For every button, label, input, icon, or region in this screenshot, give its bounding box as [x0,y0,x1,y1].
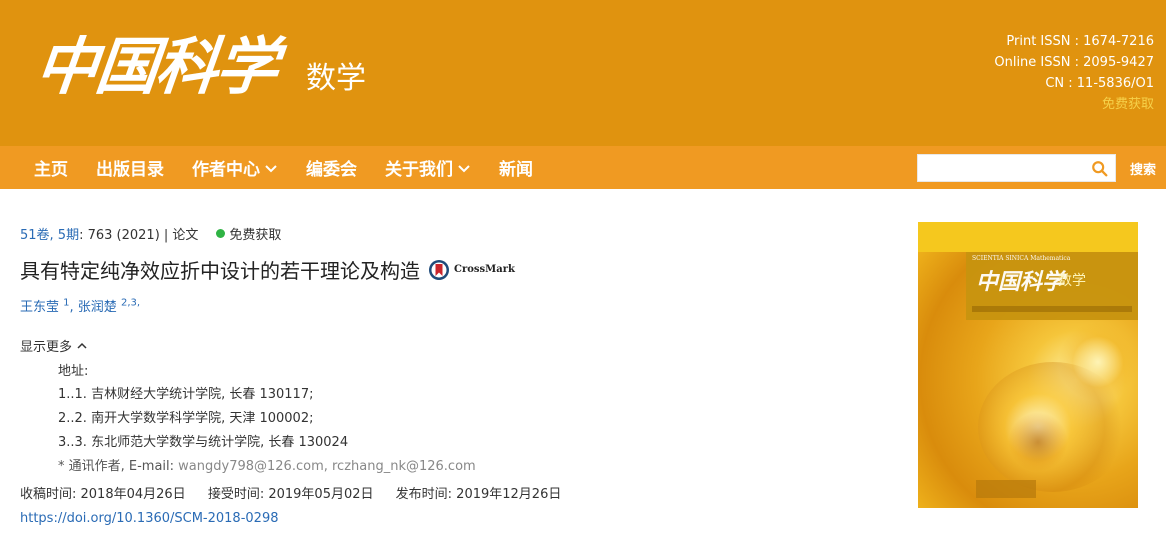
issn-info: Print ISSN : 1674-7216 Online ISSN : 209… [994,31,1154,115]
article-meta: 51卷, 5期 : 763 (2021) | 论文 免费获取 [20,224,281,243]
corresponding-label: * 通讯作者, E-mail: [58,459,179,474]
nav-item-label: 关于我们 [385,160,453,180]
cover-top-strip [918,222,1138,252]
journal-logo[interactable]: 中国科学 数学 [32,30,367,103]
cover-series-en: SCIENTIA SINICA Mathematica [972,255,1071,262]
pages-year: : 763 (2021) | 论文 [79,228,199,243]
crossmark-badge[interactable]: CrossMark [428,259,515,281]
online-issn: Online ISSN : 2095-9427 [994,55,1154,70]
author-link[interactable]: 王东莹 1 [20,298,70,315]
cn-number: CN : 11-5836/O1 [1045,76,1154,91]
nav-item[interactable]: 出版目录 [96,155,164,180]
logo-subtitle: 数学 [306,61,367,96]
cover-subject: 数学 [1058,273,1086,289]
chevron-down-icon [265,164,277,172]
affiliation-item: 3..3. 东北师范大学数学与统计学院, 长春 130024 [58,435,349,450]
affiliation-item: 1..1. 吉林财经大学统计学院, 长春 130117; [58,387,314,402]
author-list: 王东莹 1, 张润楚 2,3, [20,297,141,315]
accepted-date: 接受时间: 2019年05月02日 [207,487,374,502]
article-dates: 收稿时间: 2018年04月26日 接受时间: 2019年05月02日 发布时间… [20,483,579,502]
doi-link[interactable]: https://doi.org/10.1360/SCM-2018-0298 [20,511,278,526]
chevron-up-icon [77,342,87,349]
crossmark-label: CrossMark [454,264,515,275]
free-access-badge: 免费获取 [229,228,282,243]
chevron-down-icon [458,164,470,172]
nav-item-label: 编委会 [306,160,357,180]
corresponding-author: * 通讯作者, E-mail: wangdy798@126.com, rczha… [58,455,476,474]
logo-title: 中国科学 [32,30,280,103]
article-title-row: 具有特定纯净效应折中设计的若干理论及构造 CrossMark [20,255,515,284]
received-date: 收稿时间: 2018年04月26日 [20,487,186,502]
nav-item[interactable]: 新闻 [499,155,533,180]
cover-fractal-art [1008,412,1068,472]
show-more-label: 显示更多 [20,340,73,355]
nav-item-label: 出版目录 [96,160,164,180]
search-icon[interactable] [1091,160,1109,178]
search-box [917,154,1116,182]
cover-publisher-mark [976,480,1036,498]
free-access-dot-icon [216,229,226,238]
cover-fractal-art [1058,322,1138,402]
author-link[interactable]: 张润楚 2,3, [78,298,140,315]
nav-item-label: 主页 [34,160,68,180]
volume-issue-link[interactable]: 51卷, 5期 [20,224,79,243]
nav-item[interactable]: 主页 [34,155,68,180]
cover-title-cn: 中国科学 [976,269,1065,295]
search-button[interactable]: 搜索 [1130,159,1156,178]
affiliation-item: 2..2. 南开大学数学科学学院, 天津 100002; [58,411,314,426]
cover-divider [972,306,1132,312]
published-date: 发布时间: 2019年12月26日 [395,487,562,502]
nav-item-label: 新闻 [499,160,533,180]
crossmark-icon [429,259,449,280]
nav-item-label: 作者中心 [192,160,260,180]
show-more-toggle[interactable]: 显示更多 [20,336,88,355]
site-header: 中国科学 数学 Print ISSN : 1674-7216 Online IS… [0,0,1166,146]
article-title: 具有特定纯净效应折中设计的若干理论及构造 [20,259,420,283]
address-label: 地址: [58,364,89,379]
nav-item[interactable]: 关于我们 [385,155,471,180]
free-access-label: 免费获取 [1101,97,1154,112]
corresponding-emails[interactable]: wangdy798@126.com, rczhang_nk@126.com [178,459,476,474]
journal-cover-image[interactable]: SCIENTIA SINICA Mathematica 中国科学 数学 [918,222,1138,508]
search-input[interactable] [918,155,1088,181]
print-issn: Print ISSN : 1674-7216 [1006,34,1154,49]
nav-menu: 主页 出版目录 作者中心 编委会 关于我们 新闻 [34,146,561,189]
nav-item[interactable]: 作者中心 [192,155,278,180]
nav-item[interactable]: 编委会 [306,155,357,180]
cover-title-band: SCIENTIA SINICA Mathematica 中国科学 数学 [966,252,1138,320]
